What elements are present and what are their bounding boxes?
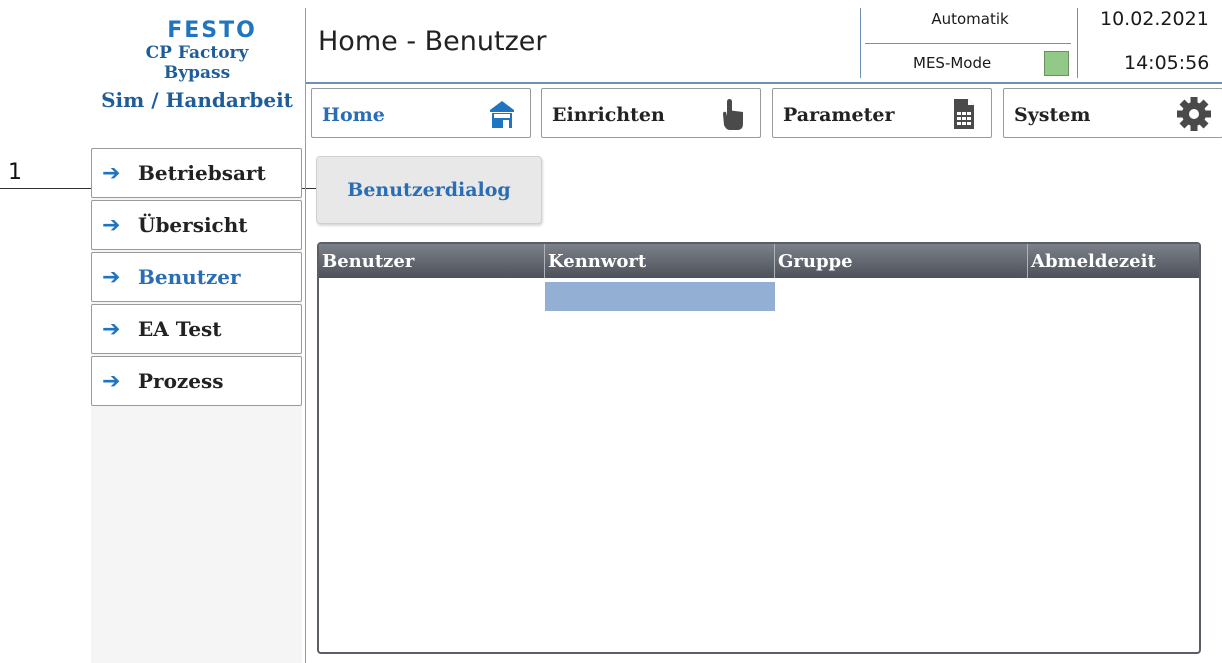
benutzerdialog-button[interactable]: Benutzerdialog	[316, 156, 542, 224]
column-header-benutzer[interactable]: Benutzer	[319, 244, 545, 278]
column-header-abmeldezeit[interactable]: Abmeldezeit	[1028, 244, 1199, 278]
arrow-right-icon: ➔	[102, 316, 121, 342]
tab-system[interactable]: System	[1003, 88, 1222, 138]
mode-status: Automatik	[931, 10, 1009, 28]
gear-icon	[1177, 97, 1211, 131]
vertical-divider	[305, 8, 306, 663]
tab-parameter-label: Parameter	[783, 104, 895, 126]
header-separator	[306, 82, 1222, 84]
mes-mode-label: MES-Mode	[913, 54, 992, 72]
arrow-right-icon: ➔	[102, 160, 121, 186]
festo-logo: FESTO	[167, 18, 257, 43]
brand-line-2: Bypass	[163, 63, 231, 83]
callout-number: 1	[8, 160, 22, 185]
arrow-right-icon: ➔	[102, 212, 121, 238]
home-icon	[490, 101, 514, 128]
sidebar-item-prozess[interactable]: ➔ Prozess	[91, 356, 302, 406]
tab-system-label: System	[1014, 104, 1091, 126]
mes-mode-indicator	[1044, 51, 1069, 76]
brand-line-3: Sim / Handarbeit	[101, 88, 293, 112]
user-table[interactable]: Benutzer Kennwort Gruppe Abmeldezeit	[317, 242, 1201, 654]
arrow-right-icon: ➔	[102, 368, 121, 394]
status-box: Automatik MES-Mode	[860, 8, 1078, 78]
sidebar-item-label: Übersicht	[138, 213, 248, 237]
status-divider	[865, 43, 1071, 44]
sidebar-item-benutzer[interactable]: ➔ Benutzer	[91, 252, 302, 302]
column-header-gruppe[interactable]: Gruppe	[775, 244, 1028, 278]
tab-einrichten-label: Einrichten	[552, 104, 665, 126]
sidebar-item-label: Betriebsart	[138, 161, 266, 185]
sidebar-item-ea-test[interactable]: ➔ EA Test	[91, 304, 302, 354]
sidebar: ➔ Betriebsart ➔ Übersicht ➔ Benutzer ➔ E…	[91, 148, 302, 663]
tab-einrichten[interactable]: Einrichten	[541, 88, 761, 138]
document-icon	[954, 99, 974, 129]
selected-cell[interactable]	[545, 282, 775, 311]
sidebar-item-betriebsart[interactable]: ➔ Betriebsart	[91, 148, 302, 198]
tab-parameter[interactable]: Parameter	[772, 88, 992, 138]
date-display: 10.02.2021	[1100, 8, 1209, 30]
hand-pointer-icon	[723, 99, 743, 130]
sidebar-item-label: EA Test	[138, 317, 222, 341]
column-header-kennwort[interactable]: Kennwort	[545, 244, 775, 278]
brand-panel: FESTO CP Factory Bypass Sim / Handarbeit	[92, 18, 302, 113]
tab-home[interactable]: Home	[311, 88, 531, 138]
sidebar-item-label: Prozess	[138, 369, 224, 393]
tab-home-label: Home	[322, 104, 385, 126]
time-display: 14:05:56	[1124, 52, 1210, 74]
table-header: Benutzer Kennwort Gruppe Abmeldezeit	[319, 244, 1199, 278]
page-title: Home - Benutzer	[318, 26, 547, 57]
brand-line-1: CP Factory	[145, 43, 249, 63]
sidebar-item-uebersicht[interactable]: ➔ Übersicht	[91, 200, 302, 250]
arrow-right-icon: ➔	[102, 264, 121, 290]
sidebar-item-label: Benutzer	[138, 265, 241, 289]
